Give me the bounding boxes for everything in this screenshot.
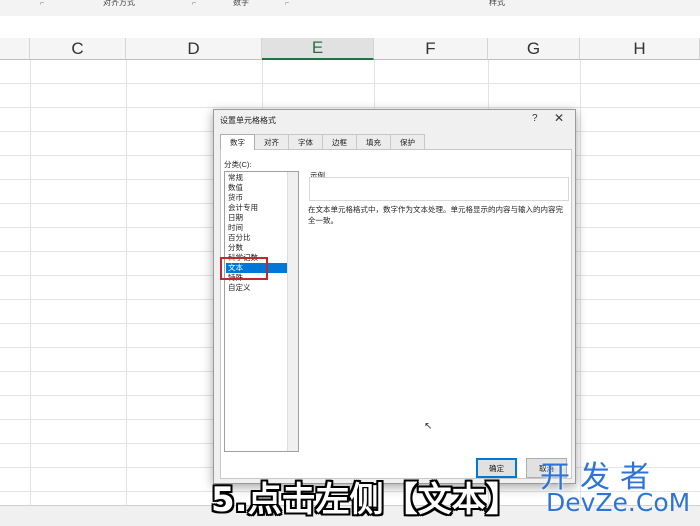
dialog-tabs: 数字 对齐 字体 边框 填充 保护 bbox=[220, 134, 425, 150]
category-percentage[interactable]: 百分比 bbox=[226, 233, 288, 243]
column-header-h[interactable]: H bbox=[580, 38, 700, 60]
category-time[interactable]: 时间 bbox=[226, 223, 288, 233]
close-icon[interactable]: ✕ bbox=[554, 111, 564, 125]
ribbon-group-number: 数字 bbox=[233, 0, 249, 7]
corner-select-all[interactable] bbox=[0, 38, 30, 60]
grid-line bbox=[30, 60, 31, 510]
column-header-g[interactable]: G bbox=[488, 38, 580, 60]
dialog-launcher-icon[interactable]: ⌐ bbox=[285, 0, 289, 7]
grid-line bbox=[580, 60, 581, 510]
help-icon[interactable]: ? bbox=[532, 113, 538, 124]
ribbon-strip: ⌐ 对齐方式 ⌐ 数字 ⌐ 样式 bbox=[0, 0, 700, 17]
category-custom[interactable]: 自定义 bbox=[226, 283, 288, 293]
tab-fill[interactable]: 填充 bbox=[356, 134, 391, 149]
category-fraction[interactable]: 分数 bbox=[226, 243, 288, 253]
formula-bar-area bbox=[0, 16, 700, 38]
tutorial-caption: 5.点击左侧【文本】 bbox=[211, 480, 520, 520]
tab-border[interactable]: 边框 bbox=[322, 134, 357, 149]
category-general[interactable]: 常规 bbox=[226, 173, 288, 183]
ribbon-group-styles: 样式 bbox=[489, 0, 505, 7]
sample-box bbox=[309, 177, 569, 201]
category-label: 分类(C): bbox=[224, 160, 252, 169]
dialog-launcher-icon[interactable]: ⌐ bbox=[40, 0, 44, 7]
category-accounting[interactable]: 会计专用 bbox=[226, 203, 288, 213]
dialog-launcher-icon[interactable]: ⌐ bbox=[192, 0, 196, 7]
mouse-cursor-icon: ↖ bbox=[424, 421, 433, 432]
column-header-f[interactable]: F bbox=[374, 38, 488, 60]
column-header-d[interactable]: D bbox=[126, 38, 262, 60]
format-description: 在文本单元格格式中，数字作为文本处理。单元格显示的内容与输入的内容完全一致。 bbox=[308, 205, 563, 225]
annotation-highlight-box bbox=[220, 257, 268, 280]
ribbon-group-alignment: 对齐方式 bbox=[103, 0, 135, 7]
category-date[interactable]: 日期 bbox=[226, 213, 288, 223]
format-cells-dialog: 设置单元格格式 ? ✕ 数字 对齐 字体 边框 填充 保护 分类(C): 常规 … bbox=[213, 109, 576, 484]
number-tab-panel: 分类(C): 常规 数值 货币 会计专用 日期 时间 百分比 分数 科学记数 文… bbox=[220, 149, 572, 479]
category-number[interactable]: 数值 bbox=[226, 183, 288, 193]
tab-font[interactable]: 字体 bbox=[288, 134, 323, 149]
tab-alignment[interactable]: 对齐 bbox=[254, 134, 289, 149]
column-header-c[interactable]: C bbox=[30, 38, 126, 60]
category-list[interactable]: 常规 数值 货币 会计专用 日期 时间 百分比 分数 科学记数 文本 特殊 自定… bbox=[224, 171, 299, 452]
dialog-title: 设置单元格格式 bbox=[220, 116, 276, 125]
grid-line bbox=[126, 60, 127, 510]
tab-protection[interactable]: 保护 bbox=[390, 134, 425, 149]
category-scrollbar[interactable] bbox=[287, 172, 298, 451]
column-header-e[interactable]: E bbox=[262, 38, 374, 60]
watermark-en: DevZe.CoM bbox=[546, 488, 691, 517]
category-currency[interactable]: 货币 bbox=[226, 193, 288, 203]
tab-number[interactable]: 数字 bbox=[220, 134, 255, 150]
